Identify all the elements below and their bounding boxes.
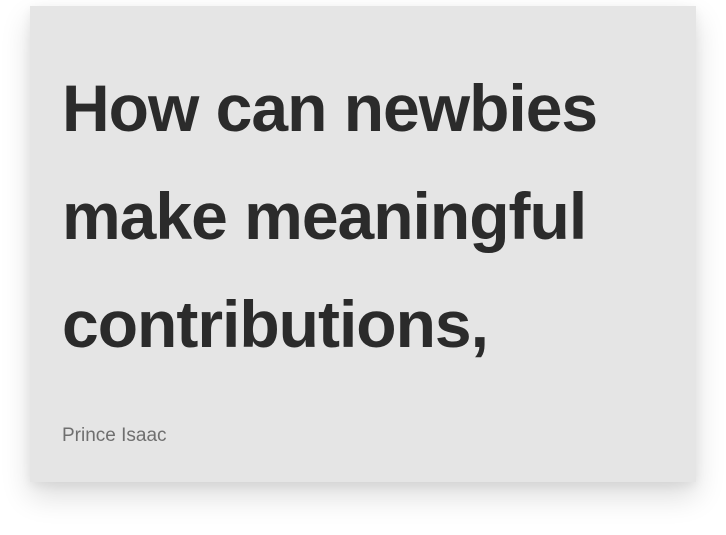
article-title[interactable]: How can newbies make meaningful contribu…: [62, 54, 664, 378]
article-card[interactable]: How can newbies make meaningful contribu…: [30, 6, 696, 482]
author-name: Prince Isaac: [62, 425, 167, 446]
